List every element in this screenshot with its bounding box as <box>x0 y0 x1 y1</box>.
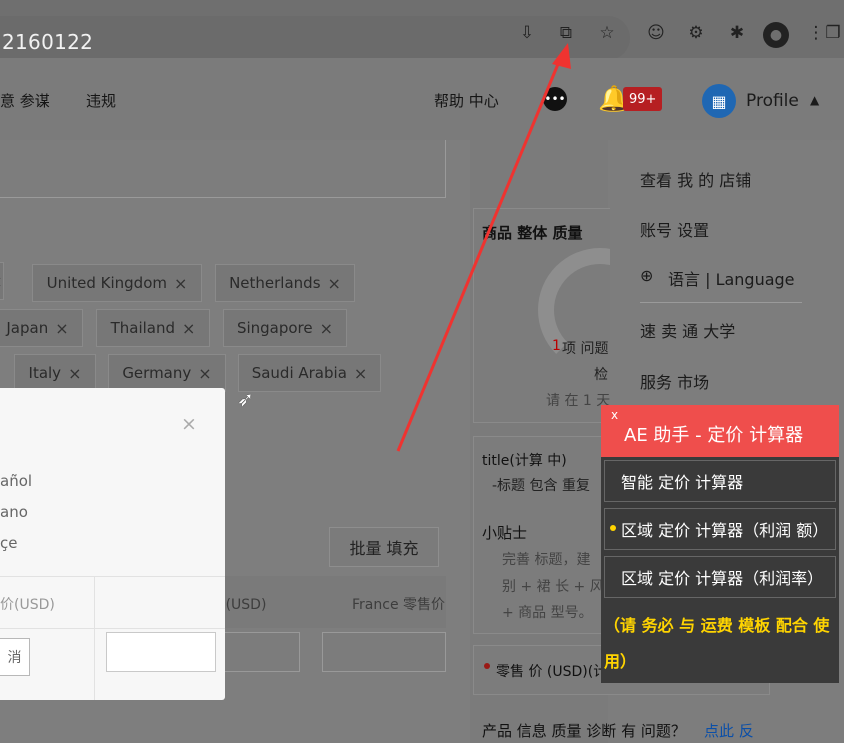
annotation-arrow <box>396 43 571 452</box>
